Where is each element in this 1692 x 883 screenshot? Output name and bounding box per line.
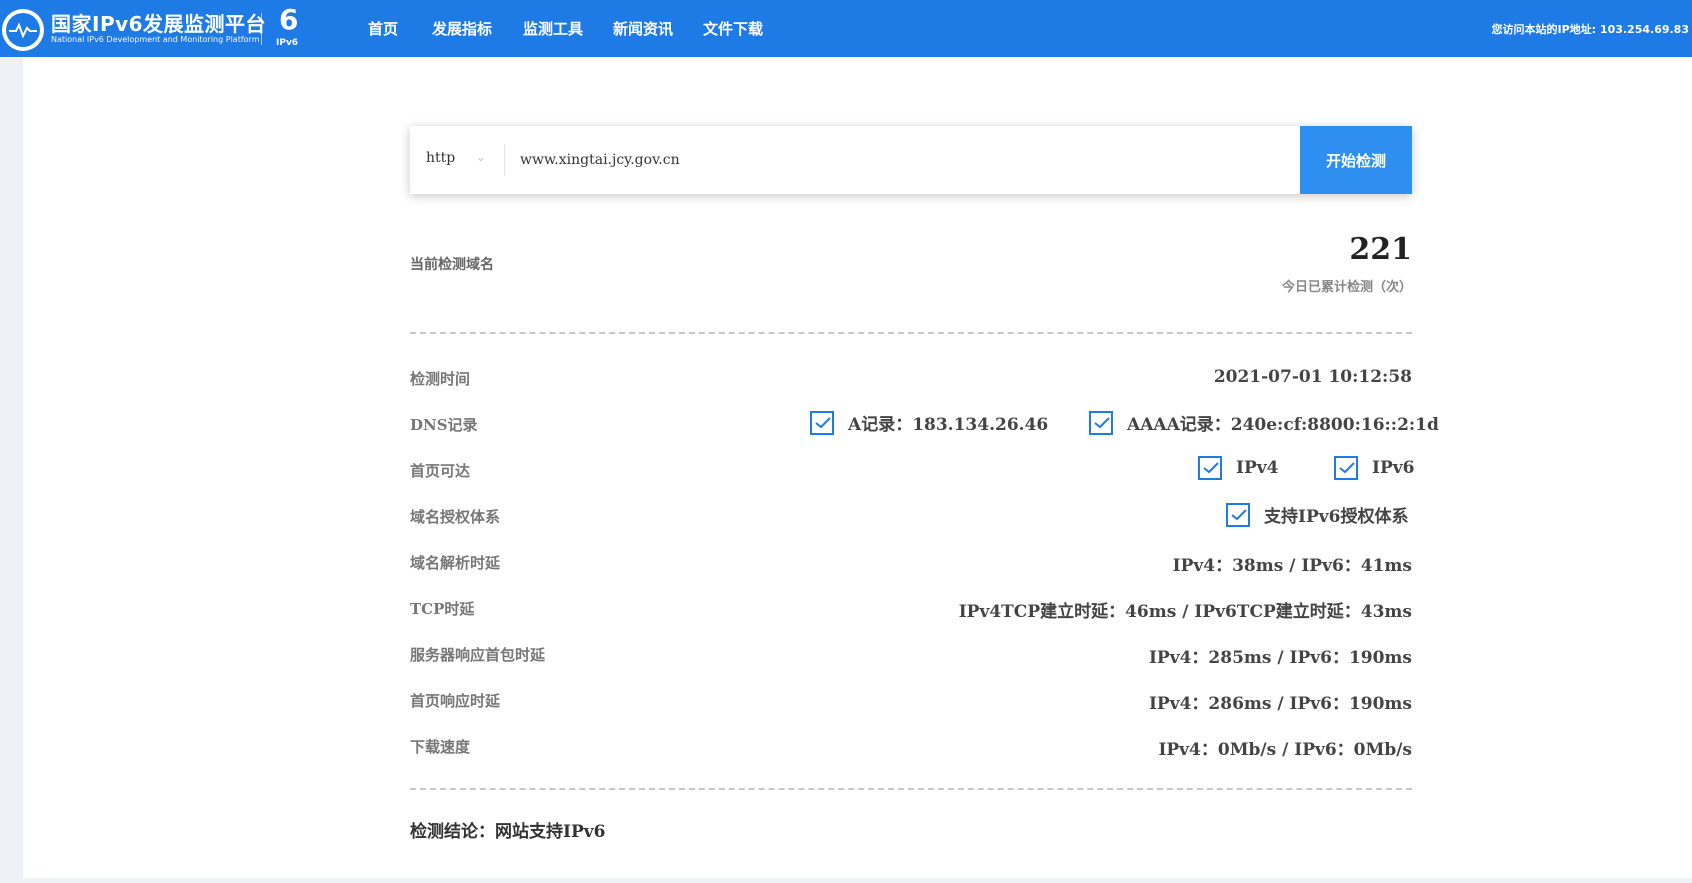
checkbox-icon (810, 410, 834, 435)
a-record-value: A记录：183.134.26.46 (848, 415, 1049, 435)
dns-latency-label: 域名解析时延 (410, 554, 501, 572)
top-navbar: 国家IPv6发展监测平台 National IPv6 Development a… (0, 0, 1692, 57)
tcp-label: TCP时延 (410, 600, 475, 618)
conclusion-text: 检测结论：网站支持IPv6 (410, 822, 606, 842)
time-label: 检测时间 (410, 370, 471, 388)
search-divider (504, 144, 505, 176)
search-bar: http ⌄ 开始检测 (410, 126, 1412, 194)
checkbox-icon (1226, 502, 1250, 527)
brand-subtitle: National IPv6 Development and Monitoring… (51, 35, 260, 44)
dns-label: DNS记录 (410, 416, 478, 434)
brand-title[interactable]: 国家IPv6发展监测平台 (51, 8, 266, 37)
first-packet-value: IPv4：285ms / IPv6：190ms (1148, 648, 1412, 668)
aaaa-record-check: AAAA记录：240e:cf:8800:16::2:1d (1089, 410, 1439, 435)
homepage-ipv6-check: IPv6 (1334, 456, 1414, 480)
authority-label: 域名授权体系 (410, 508, 501, 526)
chevron-down-icon[interactable]: ⌄ (476, 151, 485, 164)
homepage-ipv6-text: IPv6 (1372, 458, 1415, 478)
tcp-value: IPv4TCP建立时延：46ms / IPv6TCP建立时延：43ms (958, 602, 1412, 622)
brand-divider (261, 13, 262, 45)
nav-news[interactable]: 新闻资讯 (613, 18, 673, 39)
divider-top (410, 332, 1412, 334)
nav-downloads[interactable]: 文件下载 (703, 18, 763, 39)
first-packet-label: 服务器响应首包时延 (410, 646, 546, 664)
url-input[interactable] (520, 144, 1220, 176)
aaaa-record-value: AAAA记录：240e:cf:8800:16::2:1d (1127, 415, 1439, 435)
ipv6-logo-icon: 6 IPv6 (276, 3, 299, 49)
protocol-select[interactable]: http (426, 150, 455, 166)
download-value: IPv4：0Mb/s / IPv6：0Mb/s (1158, 740, 1412, 760)
checkbox-icon (1334, 456, 1358, 480)
homepage-latency-label: 首页响应时延 (410, 692, 501, 710)
start-check-button[interactable]: 开始检测 (1300, 126, 1412, 194)
homepage-ipv4-text: IPv4 (1236, 458, 1279, 478)
download-label: 下载速度 (410, 738, 471, 756)
ipv6-logo-text: IPv6 (276, 38, 299, 48)
nav-indicators[interactable]: 发展指标 (432, 18, 492, 39)
checkbox-icon (1198, 456, 1222, 480)
authority-check: 支持IPv6授权体系 (1226, 502, 1408, 527)
nav-tools[interactable]: 监测工具 (523, 18, 583, 39)
homepage-label: 首页可达 (410, 462, 471, 480)
visitor-ip-text: 您访问本站的IP地址: 103.254.69.83 (1491, 23, 1689, 36)
current-domain-label: 当前检测域名 (410, 257, 494, 273)
nav-home[interactable]: 首页 (368, 18, 398, 39)
time-value: 2021-07-01 10:12:58 (1213, 367, 1412, 387)
homepage-ipv4-check: IPv4 (1198, 456, 1278, 480)
check-count-label: 今日已累计检测（次） (1281, 280, 1412, 295)
a-record-check: A记录：183.134.26.46 (810, 410, 1048, 435)
platform-logo-icon[interactable] (2, 9, 44, 51)
checkbox-icon (1089, 410, 1113, 435)
authority-value: 支持IPv6授权体系 (1264, 507, 1409, 527)
divider-bottom (410, 788, 1412, 790)
dns-latency-value: IPv4：38ms / IPv6：41ms (1172, 556, 1412, 576)
homepage-latency-value: IPv4：286ms / IPv6：190ms (1148, 694, 1412, 714)
check-count: 221 (1349, 232, 1412, 267)
